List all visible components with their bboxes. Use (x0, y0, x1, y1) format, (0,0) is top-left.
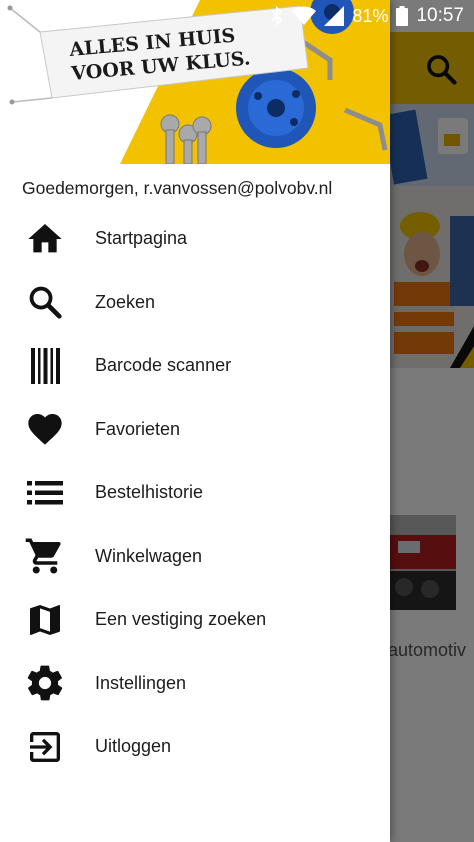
logout-icon (24, 726, 66, 768)
battery-percent: 81% (352, 5, 389, 26)
menu-label: Zoeken (95, 291, 156, 312)
menu-label: Bestelhistorie (95, 482, 204, 503)
status-bar: 81% 10:57 (0, 0, 474, 32)
menu-item-barcode-scanner[interactable]: Barcode scanner (0, 334, 390, 398)
cart-icon (24, 535, 66, 577)
menu-label: Instellingen (95, 672, 187, 693)
heart-icon (24, 408, 66, 450)
menu-label: Uitloggen (95, 736, 172, 757)
user-greeting: Goedemorgen, r.vanvossen@polvobv.nl (22, 178, 333, 198)
menu-item-bestelhistorie[interactable]: Bestelhistorie (0, 461, 390, 525)
gear-icon (24, 662, 66, 704)
signal-icon (324, 6, 345, 26)
menu-label: Favorieten (95, 418, 181, 439)
menu-label: Barcode scanner (95, 355, 232, 376)
status-time: 10:57 (416, 5, 464, 26)
menu-label: Winkelwagen (95, 545, 203, 566)
menu-item-vestiging-zoeken[interactable]: Een vestiging zoeken (0, 588, 390, 652)
bluetooth-icon (271, 6, 283, 26)
menu-item-instellingen[interactable]: Instellingen (0, 652, 390, 716)
wifi-icon (292, 6, 317, 25)
navigation-drawer: ALLES IN HUIS VOOR UW KLUS. Goedemorgen,… (0, 0, 390, 842)
list-icon (24, 472, 66, 514)
menu-label: Startpagina (95, 228, 188, 249)
battery-icon (396, 6, 409, 26)
barcode-icon (24, 345, 66, 387)
menu-item-uitloggen[interactable]: Uitloggen (0, 715, 390, 779)
menu-item-startpagina[interactable]: Startpagina (0, 207, 390, 271)
menu-item-favorieten[interactable]: Favorieten (0, 398, 390, 462)
menu-item-zoeken[interactable]: Zoeken (0, 271, 390, 335)
search-icon (24, 281, 66, 323)
menu-item-winkelwagen[interactable]: Winkelwagen (0, 525, 390, 589)
drawer-menu: Startpagina Zoeken Barcode scanner Favor… (0, 207, 390, 779)
home-icon (24, 218, 66, 260)
map-icon (24, 599, 66, 641)
menu-label: Een vestiging zoeken (95, 609, 267, 630)
